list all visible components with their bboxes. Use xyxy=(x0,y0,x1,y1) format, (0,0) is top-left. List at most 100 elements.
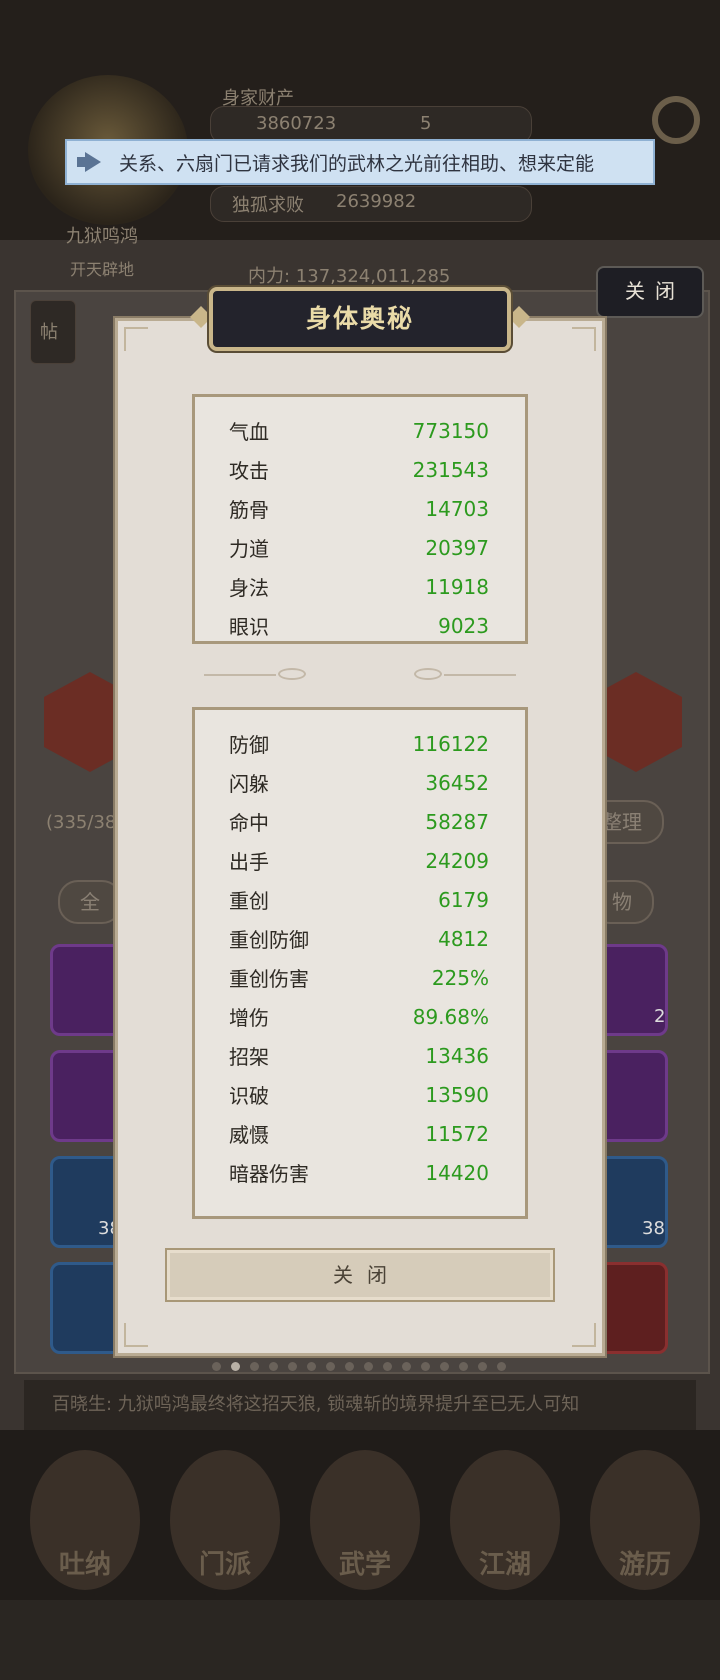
nav-jianghu[interactable]: 江湖 xyxy=(450,1450,560,1590)
stat-row: 闪躲 36452 xyxy=(195,763,525,802)
stat-value: 89.68% xyxy=(412,1004,489,1029)
secondary-stats-scroll[interactable]: 防御 116122 闪躲 36452 命中 58287 出手 24209 重创 6179 重创防御 4… xyxy=(195,724,525,1203)
stat-row: 攻击 231543 xyxy=(195,450,525,489)
stat-value: 24209 xyxy=(425,848,489,873)
modal-close-button[interactable]: 关闭 xyxy=(165,1248,555,1302)
stat-value: 14.6% xyxy=(425,1200,489,1203)
stat-value: 773150 xyxy=(412,418,489,443)
stat-row: 筋骨 14703 xyxy=(195,489,525,528)
stat-name: 闪躲 xyxy=(229,772,269,796)
player-realm: 开天辟地 xyxy=(70,260,135,279)
settings-gear-icon[interactable] xyxy=(652,96,700,144)
modal-title: 身体奥秘 xyxy=(305,304,414,333)
stat-value: 225% xyxy=(431,965,489,990)
stat-name: 身法 xyxy=(229,576,269,600)
page-dot[interactable] xyxy=(440,1362,449,1371)
page-dot[interactable] xyxy=(421,1362,430,1371)
stat-name: 气血 xyxy=(229,420,269,444)
stat-row: 重创伤害 225% xyxy=(195,958,525,997)
stat-row: 重创防御 4812 xyxy=(195,919,525,958)
corner-ornament xyxy=(124,327,148,351)
page-dot[interactable] xyxy=(345,1362,354,1371)
stat-name: 重创 xyxy=(229,889,269,913)
gem-amount: 5 xyxy=(420,113,432,134)
stat-row: 暗器伤害 14420 xyxy=(195,1153,525,1192)
title-value: 2639982 xyxy=(336,191,417,212)
page-dot[interactable] xyxy=(212,1362,221,1371)
nav-travel[interactable]: 游历 xyxy=(590,1450,700,1590)
stat-name: 出手 xyxy=(229,850,269,874)
primary-stats-box: 气血 773150 攻击 231543 筋骨 14703 力道 20397 身法 11918 眼识 9… xyxy=(192,394,528,644)
stat-value: 36452 xyxy=(425,770,489,795)
corner-ornament xyxy=(124,1323,148,1347)
post-label: 帖 xyxy=(40,322,58,343)
secondary-stats-box[interactable]: 防御 116122 闪躲 36452 命中 58287 出手 24209 重创 6179 重创防御 4… xyxy=(192,707,528,1219)
notice-banner: 关系、六扇门已请求我们的武林之光前往相助、想来定能 xyxy=(65,139,655,185)
corner-ornament xyxy=(572,1323,596,1347)
modal-title-plate: 身体奥秘 xyxy=(209,287,511,351)
bag-count: 2 xyxy=(654,1006,666,1027)
stat-value: 14420 xyxy=(425,1160,489,1185)
bag-count: 38 xyxy=(642,1218,665,1239)
nav-breathing[interactable]: 吐纳 xyxy=(30,1450,140,1590)
stat-name: 招架 xyxy=(229,1045,269,1069)
stat-name: 命中 xyxy=(229,811,269,835)
page-dot[interactable] xyxy=(402,1362,411,1371)
page-dot[interactable] xyxy=(269,1362,278,1371)
filter-all-tab[interactable]: 全 xyxy=(58,880,122,924)
stat-value: 58287 xyxy=(425,809,489,834)
page-dot[interactable] xyxy=(383,1362,392,1371)
page-dot[interactable] xyxy=(231,1362,240,1371)
nav-sect[interactable]: 门派 xyxy=(170,1450,280,1590)
divider-line xyxy=(204,674,276,676)
stat-row: 出手 24209 xyxy=(195,841,525,880)
page-indicator xyxy=(212,1362,506,1371)
stat-name: 重创伤害 xyxy=(229,967,309,991)
page-dot[interactable] xyxy=(288,1362,297,1371)
stat-value: 4812 xyxy=(438,926,489,951)
stat-value: 231543 xyxy=(412,457,489,482)
stat-value: 13590 xyxy=(425,1082,489,1107)
page-dot[interactable] xyxy=(250,1362,259,1371)
stat-name: 增伤 xyxy=(229,1006,269,1030)
primary-stats-list: 气血 773150 攻击 231543 筋骨 14703 力道 20397 身法 11918 眼识 9… xyxy=(195,411,525,645)
page-dot[interactable] xyxy=(497,1362,506,1371)
bag-progress: (335/38 xyxy=(46,812,117,833)
divider-ornament xyxy=(414,668,442,680)
gold-amount: 3860723 xyxy=(256,113,337,134)
stat-name: 破甲概率 xyxy=(229,1197,309,1202)
corner-ornament xyxy=(572,327,596,351)
stat-value: 20397 xyxy=(425,535,489,560)
divider-line xyxy=(444,674,516,676)
stat-value: 13436 xyxy=(425,1043,489,1068)
stat-row: 招架 13436 xyxy=(195,1036,525,1075)
page-dot[interactable] xyxy=(364,1362,373,1371)
stat-name: 攻击 xyxy=(229,459,269,483)
outer-close-button[interactable]: 关闭 xyxy=(596,266,704,318)
secondary-stats-list: 防御 116122 闪躲 36452 命中 58287 出手 24209 重创 6179 重创防御 4… xyxy=(195,724,525,1203)
stat-row: 力道 20397 xyxy=(195,528,525,567)
page-dot[interactable] xyxy=(307,1362,316,1371)
stat-name: 眼识 xyxy=(229,615,269,639)
stat-name: 暗器伤害 xyxy=(229,1162,309,1186)
stat-row: 威慑 11572 xyxy=(195,1114,525,1153)
page-dot[interactable] xyxy=(326,1362,335,1371)
stat-name: 威慑 xyxy=(229,1123,269,1147)
chat-line: 百晓生: 九狱鸣鸿最终将这招天狼, 锁魂斩的境界提升至已无人可知 xyxy=(24,1380,696,1430)
page-dot[interactable] xyxy=(478,1362,487,1371)
stat-row: 防御 116122 xyxy=(195,724,525,763)
stat-row: 识破 13590 xyxy=(195,1075,525,1114)
stat-value: 11572 xyxy=(425,1121,489,1146)
stat-value: 6179 xyxy=(438,887,489,912)
page-dot[interactable] xyxy=(459,1362,468,1371)
stat-value: 9023 xyxy=(438,613,489,638)
stat-row: 命中 58287 xyxy=(195,802,525,841)
inner-power: 内力: 137,324,011,285 xyxy=(248,266,451,287)
nav-martial-arts[interactable]: 武学 xyxy=(310,1450,420,1590)
stat-name: 防御 xyxy=(229,733,269,757)
stat-value: 116122 xyxy=(412,731,489,756)
stat-value: 14703 xyxy=(425,496,489,521)
stat-value: 11918 xyxy=(425,574,489,599)
player-name: 九狱鸣鸿 xyxy=(66,226,138,247)
stat-name: 识破 xyxy=(229,1084,269,1108)
